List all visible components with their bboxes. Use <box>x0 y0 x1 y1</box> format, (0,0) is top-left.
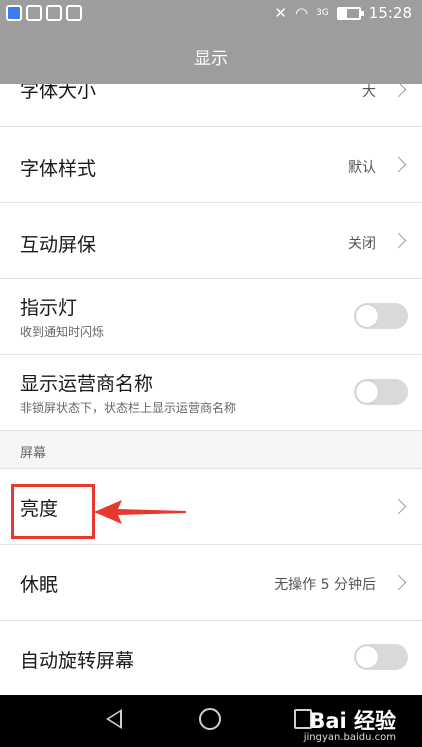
android-icon <box>66 5 82 21</box>
auto-rotate-title: 自动旋转屏幕 <box>20 650 135 672</box>
highlight-box <box>11 484 95 539</box>
signal-label: 3G <box>316 8 329 18</box>
section-title: 屏幕 <box>20 446 47 461</box>
chevron-right-icon <box>390 574 407 591</box>
sleep-row[interactable]: 休眠 无操作 5 分钟后 <box>0 545 422 621</box>
indicator-row: 指示灯 收到通知时闪烁 <box>0 279 422 355</box>
toggle-knob <box>356 305 378 327</box>
font-size-title: 字体大小 <box>20 84 97 102</box>
toggle-knob <box>356 381 378 403</box>
carrier-name-row: 显示运营商名称 非锁屏状态下，状态栏上显示运营商名称 <box>0 355 422 431</box>
image-icon <box>46 5 62 21</box>
screensaver-value: 关闭 <box>348 236 376 252</box>
font-size-row[interactable]: 字体大小 大 <box>0 84 422 127</box>
font-style-title: 字体样式 <box>20 158 97 180</box>
sleep-value: 无操作 5 分钟后 <box>274 577 376 593</box>
auto-rotate-toggle[interactable] <box>354 644 408 670</box>
notification-icons <box>6 5 82 21</box>
font-style-value: 默认 <box>348 160 376 176</box>
carrier-name-toggle[interactable] <box>354 379 408 405</box>
watermark-url: jingyan.baidu.com <box>303 732 396 743</box>
chevron-right-icon <box>390 232 407 249</box>
indicator-subtitle: 收到通知时闪烁 <box>20 325 105 339</box>
section-header-screen: 屏幕 <box>0 431 422 469</box>
chevron-right-icon <box>390 84 407 98</box>
chevron-right-icon <box>390 156 407 173</box>
indicator-toggle[interactable] <box>354 303 408 329</box>
screensaver-title: 互动屏保 <box>20 234 97 256</box>
home-icon[interactable] <box>199 708 221 730</box>
auto-rotate-row: 自动旋转屏幕 <box>0 621 422 695</box>
baidu-app-icon <box>6 5 22 21</box>
carrier-name-title: 显示运营商名称 <box>20 373 154 395</box>
navigation-bar: Bai 经验 jingyan.baidu.com <box>0 695 422 747</box>
page-title: 显示 <box>194 48 228 69</box>
font-size-value: 大 <box>362 84 376 100</box>
carrier-name-subtitle: 非锁屏状态下，状态栏上显示运营商名称 <box>20 401 237 415</box>
chevron-right-icon <box>390 498 407 515</box>
font-style-row[interactable]: 字体样式 默认 <box>0 127 422 203</box>
annotation-arrow <box>94 500 186 524</box>
system-icons: ✕ ◠ 3G 15:28 <box>274 4 412 22</box>
baidu-jingyan-watermark: Bai 经验 jingyan.baidu.com <box>304 710 396 743</box>
status-bar: ✕ ◠ 3G 15:28 <box>0 0 422 28</box>
indicator-title: 指示灯 <box>20 297 78 319</box>
battery-icon <box>336 6 364 20</box>
screensaver-row[interactable]: 互动屏保 关闭 <box>0 203 422 279</box>
toggle-knob <box>356 646 378 668</box>
sleep-title: 休眠 <box>20 574 59 596</box>
wifi-icon: ◠ <box>294 4 309 22</box>
title-bar: 显示 <box>0 28 422 84</box>
status-time: 15:28 <box>368 4 412 22</box>
sim-icon <box>26 5 42 21</box>
watermark-logo: Bai 经验 <box>309 709 396 733</box>
mute-icon: ✕ <box>274 4 287 22</box>
